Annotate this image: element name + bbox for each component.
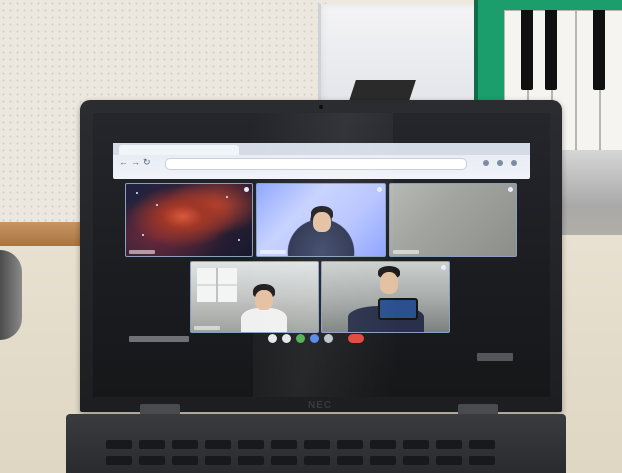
meeting-controls (268, 334, 388, 346)
participant-tile-room[interactable] (190, 261, 319, 333)
laptop-screen: ← → ↻ (93, 113, 550, 397)
piano-key-black (545, 10, 557, 90)
phone (378, 298, 418, 320)
piano-key-black (521, 10, 533, 90)
key[interactable] (238, 440, 264, 449)
laptop-brand-logo: NEC (307, 400, 333, 411)
key[interactable] (337, 456, 363, 465)
key[interactable] (469, 440, 495, 449)
face (255, 290, 273, 310)
menu-icon[interactable] (511, 160, 517, 166)
pin-icon[interactable] (508, 187, 513, 192)
shirt (241, 308, 287, 332)
browser-toolbar: ← → ↻ (113, 143, 530, 179)
key[interactable] (370, 456, 396, 465)
star (156, 204, 158, 206)
forward-icon[interactable]: → (131, 157, 140, 167)
key[interactable] (469, 456, 495, 465)
key-row (106, 456, 495, 465)
key[interactable] (238, 456, 264, 465)
key[interactable] (304, 440, 330, 449)
pin-icon[interactable] (244, 187, 249, 192)
face (380, 272, 398, 294)
captions-icon[interactable] (296, 334, 305, 343)
key[interactable] (205, 440, 231, 449)
address-bar[interactable] (165, 158, 467, 170)
key[interactable] (205, 456, 231, 465)
face (313, 212, 331, 232)
participant-name-label (393, 250, 419, 254)
star (238, 239, 240, 241)
leave-call-button[interactable] (348, 334, 364, 343)
key[interactable] (172, 440, 198, 449)
key[interactable] (436, 440, 462, 449)
reload-icon[interactable]: ↻ (143, 157, 151, 168)
laptop-keyboard-deck (66, 414, 566, 473)
participant-tile-gray[interactable] (389, 183, 517, 257)
key[interactable] (139, 440, 165, 449)
key[interactable] (436, 456, 462, 465)
participant-tile-nebula[interactable] (125, 183, 253, 257)
key[interactable] (271, 440, 297, 449)
browser-tab[interactable] (119, 145, 239, 155)
meeting-side-controls[interactable] (477, 353, 513, 361)
key[interactable] (106, 440, 132, 449)
participant-tile-student[interactable] (256, 183, 386, 257)
key[interactable] (304, 456, 330, 465)
pin-icon[interactable] (377, 187, 382, 192)
room-window (197, 268, 237, 302)
participant-name-label (129, 250, 155, 254)
key-row (106, 440, 495, 449)
piano-key-black (593, 10, 605, 90)
extension-icon[interactable] (483, 160, 489, 166)
browser-tabstrip (113, 143, 530, 155)
back-icon[interactable]: ← (119, 157, 128, 167)
participant-name-label (194, 326, 220, 330)
key[interactable] (403, 456, 429, 465)
webcam (319, 105, 323, 109)
pin-icon[interactable] (441, 265, 446, 270)
camera-icon[interactable] (282, 334, 291, 343)
star (142, 234, 144, 236)
participant-name-label (260, 250, 286, 254)
key[interactable] (172, 456, 198, 465)
dark-cylinder-object (0, 250, 22, 340)
mic-icon[interactable] (268, 334, 277, 343)
star (226, 196, 228, 198)
key[interactable] (106, 456, 132, 465)
photo-scene: ← → ↻ NEC (0, 0, 622, 473)
key[interactable] (139, 456, 165, 465)
key[interactable] (337, 440, 363, 449)
raise-hand-icon[interactable] (310, 334, 319, 343)
key[interactable] (370, 440, 396, 449)
key[interactable] (403, 440, 429, 449)
more-options-icon[interactable] (324, 334, 333, 343)
key[interactable] (271, 456, 297, 465)
meeting-details (129, 336, 189, 342)
participant-tile-phone[interactable] (321, 261, 450, 333)
star (136, 192, 138, 194)
profile-icon[interactable] (497, 160, 503, 166)
